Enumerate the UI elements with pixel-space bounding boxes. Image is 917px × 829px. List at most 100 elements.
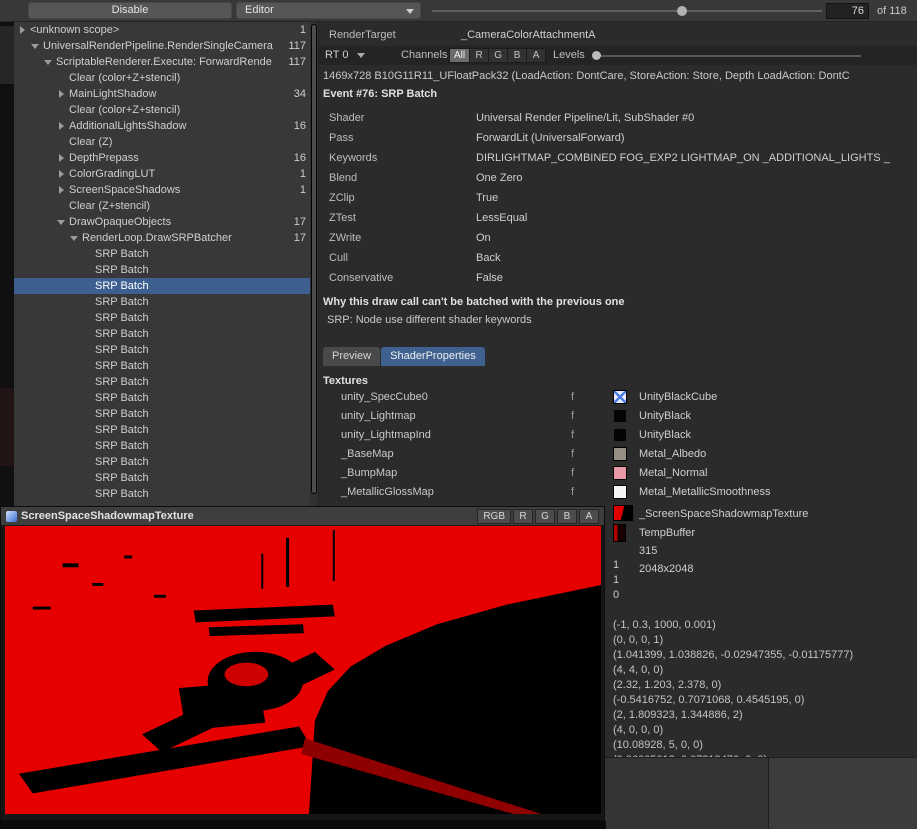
- tree-item[interactable]: SRP Batch: [14, 294, 318, 310]
- preview-channel-button-a[interactable]: A: [579, 509, 599, 524]
- tree-item[interactable]: Clear (Z+stencil): [14, 198, 318, 214]
- tree-item[interactable]: DrawOpaqueObjects17: [14, 214, 318, 230]
- texture-row[interactable]: _ScreenSpaceShadowmapTexture: [613, 505, 633, 525]
- foldout-closed-icon[interactable]: [57, 121, 69, 131]
- indent-spacer: [83, 425, 95, 435]
- tree-item[interactable]: AdditionalLightsShadow16: [14, 118, 318, 134]
- preview-channel-button-rgb[interactable]: RGB: [477, 509, 511, 524]
- tree-item-label: MainLightShadow: [69, 88, 156, 100]
- tree-scrollbar-thumb[interactable]: [311, 24, 317, 494]
- rt-index-dropdown[interactable]: RT 0: [325, 46, 365, 65]
- texture-thumbnail[interactable]: [613, 447, 627, 461]
- foldout-open-icon[interactable]: [44, 57, 56, 67]
- tab-preview[interactable]: Preview: [323, 347, 380, 366]
- tree-item[interactable]: SRP Batch: [14, 390, 318, 406]
- texture-param-name: unity_SpecCube0: [341, 388, 428, 407]
- channel-button-all[interactable]: All: [449, 48, 470, 63]
- foldout-closed-icon[interactable]: [57, 153, 69, 163]
- tree-item[interactable]: SRP Batch: [14, 406, 318, 422]
- tree-item[interactable]: ScreenSpaceShadows1: [14, 182, 318, 198]
- tree-item[interactable]: SRP Batch: [14, 262, 318, 278]
- tree-item[interactable]: DepthPrepass16: [14, 150, 318, 166]
- tree-item[interactable]: Clear (color+Z+stencil): [14, 70, 318, 86]
- foldout-closed-icon[interactable]: [57, 89, 69, 99]
- foldout-closed-icon[interactable]: [57, 185, 69, 195]
- tree-item[interactable]: SRP Batch: [14, 342, 318, 358]
- texture-thumbnail[interactable]: [613, 466, 627, 480]
- tree-item[interactable]: UniversalRenderPipeline.RenderSingleCame…: [14, 38, 318, 54]
- tree-item[interactable]: SRP Batch: [14, 454, 318, 470]
- indent-spacer: [83, 329, 95, 339]
- property-label: ZTest: [329, 208, 356, 228]
- preview-channel-button-g[interactable]: G: [535, 509, 555, 524]
- texture-thumbnail[interactable]: [613, 390, 627, 404]
- background-editor-strip: [0, 22, 14, 506]
- tree-item[interactable]: SRP Batch: [14, 486, 318, 502]
- preview-channel-button-r[interactable]: R: [513, 509, 533, 524]
- texture-row[interactable]: _BaseMapfMetal_Albedo: [319, 445, 917, 464]
- texture-preview-titlebar[interactable]: ScreenSpaceShadowmapTexture RGBRGBA: [1, 507, 604, 526]
- indent-spacer: [83, 441, 95, 451]
- indent-spacer: [83, 473, 95, 483]
- texture-thumbnail[interactable]: [613, 409, 627, 423]
- shader-property-row: CullBack: [319, 248, 917, 268]
- foldout-closed-icon[interactable]: [57, 169, 69, 179]
- tree-item[interactable]: MainLightShadow34: [14, 86, 318, 102]
- preview-channel-button-b[interactable]: B: [557, 509, 577, 524]
- foldout-open-icon[interactable]: [57, 217, 69, 227]
- tree-item[interactable]: Clear (color+Z+stencil): [14, 102, 318, 118]
- channel-button-b[interactable]: B: [508, 48, 527, 63]
- indent-spacer: [83, 489, 95, 499]
- render-target-row: RenderTarget _CameraColorAttachmentA: [319, 26, 917, 44]
- texture-param-name: _MetallicGlossMap: [341, 483, 434, 502]
- tree-item[interactable]: ColorGradingLUT1: [14, 166, 318, 182]
- tree-item[interactable]: ScriptableRenderer.Execute: ForwardRende…: [14, 54, 318, 70]
- tree-item[interactable]: SRP Batch: [14, 246, 318, 262]
- tree-item[interactable]: SRP Batch: [14, 326, 318, 342]
- texture-row[interactable]: unity_SpecCube0fUnityBlackCube: [319, 388, 917, 407]
- tree-item[interactable]: SRP Batch: [14, 422, 318, 438]
- texture-row[interactable]: _MetallicGlossMapfMetal_MetallicSmoothne…: [319, 483, 917, 502]
- tree-item[interactable]: SRP Batch: [14, 278, 318, 294]
- tree-item-label: Clear (Z): [69, 136, 112, 148]
- target-selector-dropdown[interactable]: Editor: [236, 2, 421, 19]
- texture-row[interactable]: TempBuffer 315 2048x2048: [613, 524, 626, 544]
- levels-slider-thumb[interactable]: [592, 51, 601, 60]
- tree-item[interactable]: SRP Batch: [14, 470, 318, 486]
- frame-slider[interactable]: [432, 10, 822, 12]
- texture-name: Metal_Albedo: [639, 445, 706, 464]
- tree-item[interactable]: SRP Batch: [14, 310, 318, 326]
- foldout-open-icon[interactable]: [31, 41, 43, 51]
- texture-row[interactable]: unity_LightmapIndfUnityBlack: [319, 426, 917, 445]
- tree-item[interactable]: SRP Batch: [14, 438, 318, 454]
- tab-shaderproperties[interactable]: ShaderProperties: [381, 347, 485, 366]
- channel-button-r[interactable]: R: [470, 48, 489, 63]
- foldout-closed-icon[interactable]: [18, 25, 30, 35]
- tree-item[interactable]: RenderLoop.DrawSRPBatcher17: [14, 230, 318, 246]
- tree-item[interactable]: SRP Batch: [14, 358, 318, 374]
- tree-item-label: ColorGradingLUT: [69, 168, 155, 180]
- float-values-list: 110: [613, 558, 619, 603]
- texture-thumbnail[interactable]: [613, 428, 627, 442]
- tree-item-label: SRP Batch: [95, 488, 149, 500]
- tree-item-label: SRP Batch: [95, 424, 149, 436]
- texture-row[interactable]: _BumpMapfMetal_Normal: [319, 464, 917, 483]
- tree-item[interactable]: <unknown scope>1: [14, 22, 318, 38]
- frame-number-field[interactable]: 76: [826, 3, 869, 19]
- channel-button-g[interactable]: G: [489, 48, 508, 63]
- tree-item[interactable]: Clear (Z): [14, 134, 318, 150]
- foldout-open-icon[interactable]: [70, 233, 82, 243]
- tree-item[interactable]: SRP Batch: [14, 374, 318, 390]
- tree-item-label: SRP Batch: [95, 456, 149, 468]
- disable-button[interactable]: Disable: [28, 2, 232, 19]
- texture-thumbnail[interactable]: [613, 485, 627, 499]
- channel-button-a[interactable]: A: [527, 48, 546, 63]
- frame-slider-thumb[interactable]: [677, 6, 687, 16]
- levels-slider[interactable]: [593, 55, 861, 57]
- tree-scrollbar[interactable]: [310, 22, 318, 506]
- vector-value: (1.041399, 1.038826, -0.02947355, -0.011…: [613, 648, 853, 663]
- texture-thumbnail[interactable]: [613, 524, 626, 542]
- texture-thumbnail[interactable]: [613, 505, 633, 521]
- tree-item-label: DrawOpaqueObjects: [69, 216, 171, 228]
- texture-row[interactable]: unity_LightmapfUnityBlack: [319, 407, 917, 426]
